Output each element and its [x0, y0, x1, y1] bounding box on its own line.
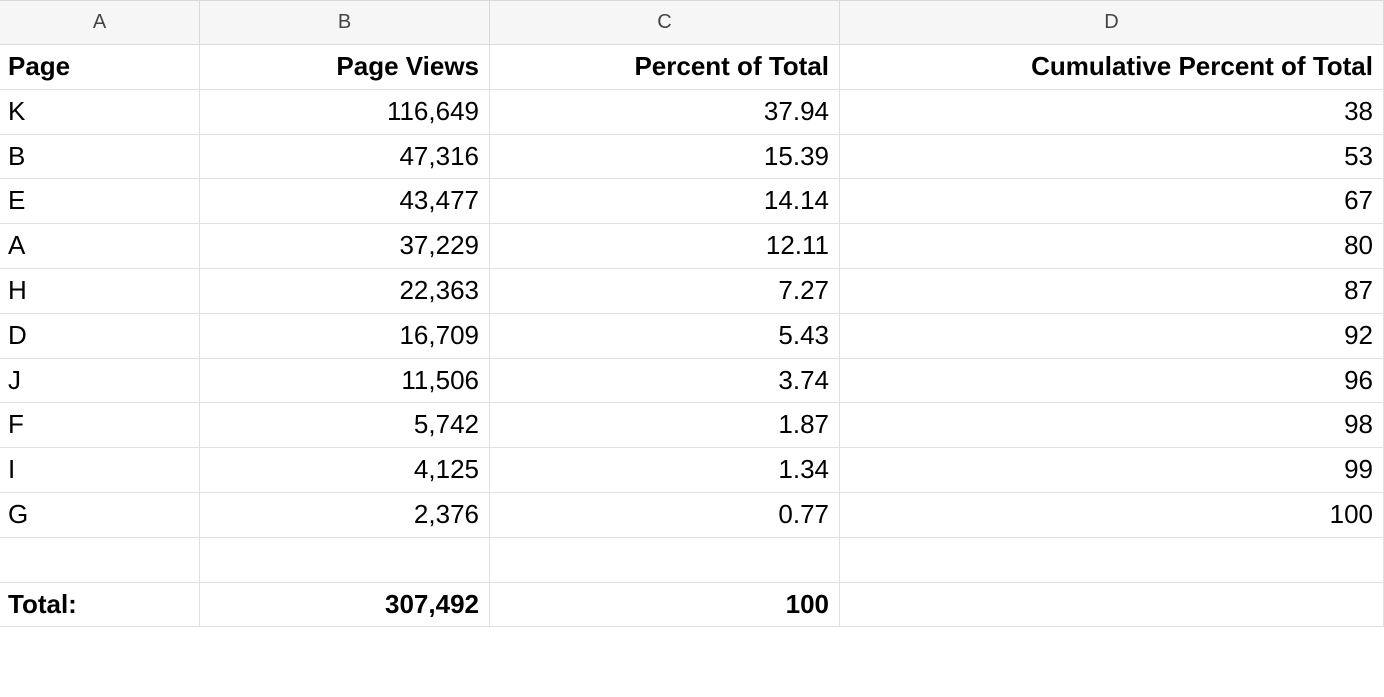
blank-cell[interactable] — [490, 538, 840, 583]
table-cell[interactable]: F — [0, 403, 200, 448]
total-views[interactable]: 307,492 — [200, 583, 490, 628]
total-pct[interactable]: 100 — [490, 583, 840, 628]
table-cell[interactable]: 37.94 — [490, 90, 840, 135]
table-cell[interactable]: A — [0, 224, 200, 269]
total-label[interactable]: Total: — [0, 583, 200, 628]
table-cell[interactable]: 92 — [840, 314, 1384, 359]
header-views[interactable]: Page Views — [200, 45, 490, 90]
table-cell[interactable]: 116,649 — [200, 90, 490, 135]
table-cell[interactable]: 22,363 — [200, 269, 490, 314]
table-cell[interactable]: 43,477 — [200, 179, 490, 224]
table-cell[interactable]: D — [0, 314, 200, 359]
table-cell[interactable]: 7.27 — [490, 269, 840, 314]
table-cell[interactable]: 12.11 — [490, 224, 840, 269]
table-cell[interactable]: E — [0, 179, 200, 224]
col-header-D[interactable]: D — [840, 0, 1384, 45]
table-cell[interactable]: 47,316 — [200, 135, 490, 180]
table-cell[interactable]: 16,709 — [200, 314, 490, 359]
table-cell[interactable]: 5.43 — [490, 314, 840, 359]
table-cell[interactable]: H — [0, 269, 200, 314]
table-cell[interactable]: 53 — [840, 135, 1384, 180]
table-cell[interactable]: 96 — [840, 359, 1384, 404]
header-cum[interactable]: Cumulative Percent of Total — [840, 45, 1384, 90]
table-cell[interactable]: 87 — [840, 269, 1384, 314]
table-cell[interactable]: 14.14 — [490, 179, 840, 224]
table-cell[interactable]: 5,742 — [200, 403, 490, 448]
table-cell[interactable]: K — [0, 90, 200, 135]
table-cell[interactable]: 100 — [840, 493, 1384, 538]
table-cell[interactable]: 11,506 — [200, 359, 490, 404]
header-page[interactable]: Page — [0, 45, 200, 90]
table-cell[interactable]: 38 — [840, 90, 1384, 135]
table-cell[interactable]: 15.39 — [490, 135, 840, 180]
table-cell[interactable]: 4,125 — [200, 448, 490, 493]
table-cell[interactable]: 80 — [840, 224, 1384, 269]
table-cell[interactable]: 99 — [840, 448, 1384, 493]
col-header-C[interactable]: C — [490, 0, 840, 45]
table-cell[interactable]: 1.87 — [490, 403, 840, 448]
table-cell[interactable]: 98 — [840, 403, 1384, 448]
blank-cell[interactable] — [200, 538, 490, 583]
table-cell[interactable]: I — [0, 448, 200, 493]
spreadsheet-grid[interactable]: A B C D Page Page Views Percent of Total… — [0, 0, 1384, 627]
table-cell[interactable]: G — [0, 493, 200, 538]
table-cell[interactable]: 67 — [840, 179, 1384, 224]
table-cell[interactable]: 1.34 — [490, 448, 840, 493]
table-cell[interactable]: B — [0, 135, 200, 180]
total-cum[interactable] — [840, 583, 1384, 628]
col-header-B[interactable]: B — [200, 0, 490, 45]
header-pct[interactable]: Percent of Total — [490, 45, 840, 90]
table-cell[interactable]: 3.74 — [490, 359, 840, 404]
table-cell[interactable]: 2,376 — [200, 493, 490, 538]
table-cell[interactable]: 37,229 — [200, 224, 490, 269]
table-cell[interactable]: 0.77 — [490, 493, 840, 538]
table-cell[interactable]: J — [0, 359, 200, 404]
col-header-A[interactable]: A — [0, 0, 200, 45]
blank-cell[interactable] — [0, 538, 200, 583]
blank-cell[interactable] — [840, 538, 1384, 583]
